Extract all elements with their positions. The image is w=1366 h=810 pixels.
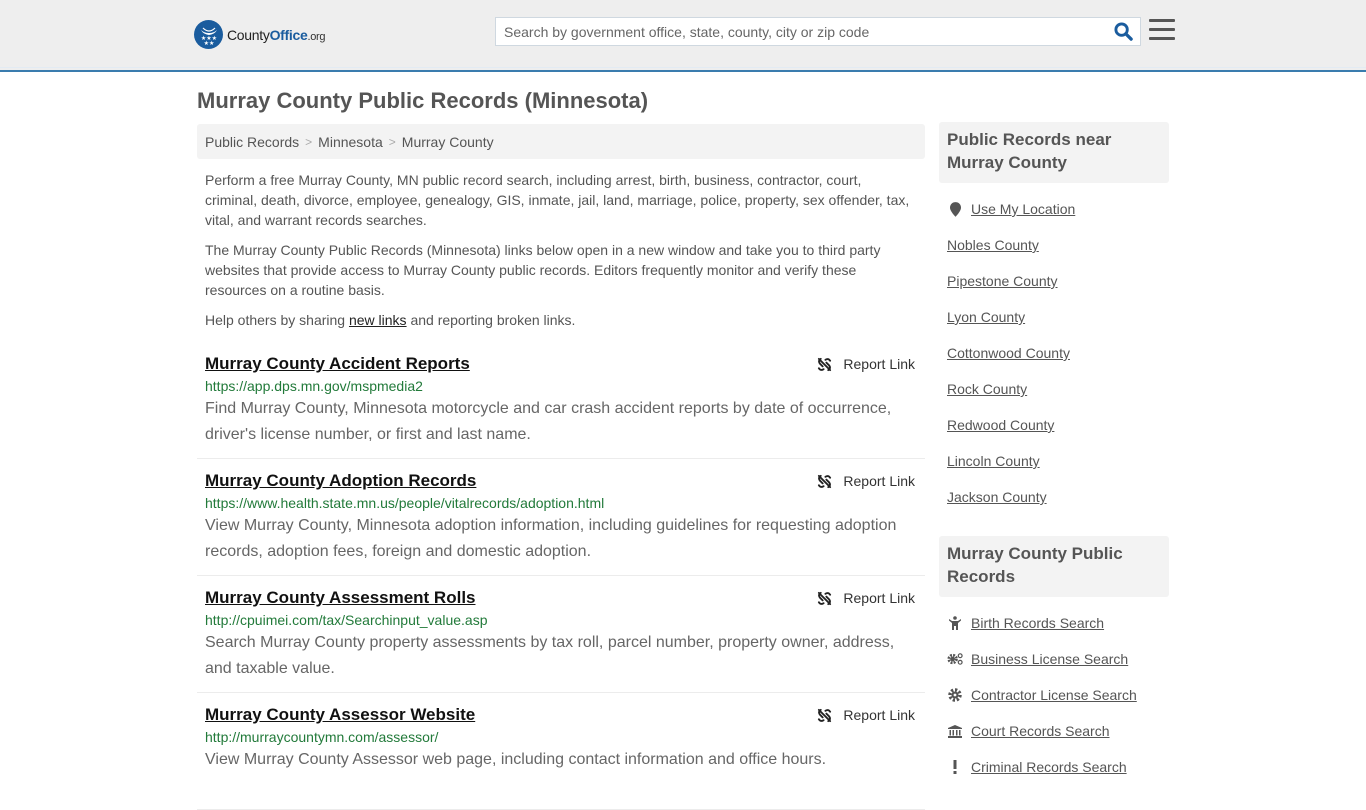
logo-text-suffix: .org: [307, 30, 326, 43]
record-url: http://cpuimei.com/tax/Searchinput_value…: [205, 612, 488, 628]
nearby-county-item: Jackson County: [947, 479, 1161, 515]
broken-link-icon: [818, 357, 832, 371]
logo-wordmark: CountyOffice.org: [227, 26, 326, 43]
intro-text: Perform a free Murray County, MN public …: [197, 170, 925, 330]
breadcrumb-murray-county[interactable]: Murray County: [402, 134, 494, 150]
county-record-item: Criminal Records Search: [947, 749, 1161, 785]
report-link-button[interactable]: Report Link: [817, 473, 915, 489]
nearby-county-link[interactable]: Jackson County: [947, 489, 1047, 505]
use-my-location-link[interactable]: Use My Location: [971, 201, 1075, 217]
county-record-link[interactable]: Criminal Records Search: [971, 759, 1127, 775]
record-item: Murray County Assessor Website Report Li…: [197, 693, 925, 810]
broken-link-icon: [818, 591, 832, 605]
intro-text-segment: and reporting broken links.: [406, 312, 576, 328]
use-my-location-item: Use My Location: [947, 191, 1161, 227]
child-icon: [947, 616, 963, 630]
record-item: Murray County Adoption Records Report Li…: [197, 459, 925, 576]
intro-paragraph-1: Perform a free Murray County, MN public …: [205, 172, 910, 228]
hamburger-menu-icon[interactable]: [1149, 19, 1175, 42]
breadcrumb-separator: >: [305, 134, 313, 149]
record-title-link[interactable]: Murray County Assessor Website: [205, 704, 475, 726]
nearby-county-link[interactable]: Lincoln County: [947, 453, 1040, 469]
nearby-county-link[interactable]: Cottonwood County: [947, 345, 1070, 361]
intro-text-segment: Help others by sharing: [205, 312, 349, 328]
svg-text:★★: ★★: [203, 40, 214, 46]
report-link-button[interactable]: Report Link: [817, 356, 915, 372]
site-header: ★★★ ★★ CountyOffice.org: [0, 0, 1366, 72]
record-description: View Murray County, Minnesota adoption i…: [205, 517, 897, 560]
county-record-item: Contractor License Search: [947, 677, 1161, 713]
nearby-county-link[interactable]: Rock County: [947, 381, 1027, 397]
search-button[interactable]: [1106, 18, 1140, 45]
records-list: Murray County Accident Reports Report Li…: [197, 342, 925, 810]
page-title: Murray County Public Records (Minnesota): [197, 88, 649, 113]
nearby-county-item: Cottonwood County: [947, 335, 1161, 371]
sidebar-county-records-heading: Murray County Public Records: [939, 536, 1169, 597]
new-links-link[interactable]: new links: [349, 312, 407, 328]
breadcrumb-public-records[interactable]: Public Records: [205, 134, 299, 150]
breadcrumb-separator: >: [388, 134, 396, 149]
breadcrumb: Public Records > Minnesota > Murray Coun…: [197, 124, 925, 159]
nearby-county-link[interactable]: Redwood County: [947, 417, 1054, 433]
sidebar-nearby-heading: Public Records near Murray County: [939, 122, 1169, 183]
logo-text-highlight: Office: [269, 26, 308, 43]
intro-paragraph-2: The Murray County Public Records (Minnes…: [205, 242, 881, 298]
county-record-link[interactable]: Business License Search: [971, 651, 1128, 667]
record-title-link[interactable]: Murray County Adoption Records: [205, 470, 476, 492]
sidebar-nearby: Public Records near Murray County Use My…: [939, 122, 1169, 515]
broken-link-icon: [818, 708, 832, 722]
record-description: Find Murray County, Minnesota motorcycle…: [205, 400, 892, 443]
record-description: Search Murray County property assessment…: [205, 634, 895, 677]
county-record-item: Birth Records Search: [947, 605, 1161, 641]
report-link-button[interactable]: Report Link: [817, 707, 915, 723]
record-description: View Murray County Assessor web page, in…: [205, 751, 827, 768]
nearby-county-item: Lincoln County: [947, 443, 1161, 479]
record-title-link[interactable]: Murray County Accident Reports: [205, 353, 470, 375]
gear-icon: [947, 688, 963, 702]
nearby-county-item: Rock County: [947, 371, 1161, 407]
record-url: https://app.dps.mn.gov/mspmedia2: [205, 378, 423, 394]
main-content: Public Records > Minnesota > Murray Coun…: [197, 124, 925, 810]
county-record-link[interactable]: Birth Records Search: [971, 615, 1104, 631]
report-link-button[interactable]: Report Link: [817, 590, 915, 606]
map-marker-icon: [947, 201, 963, 217]
report-link-label: Report Link: [843, 473, 915, 489]
nearby-county-item: Pipestone County: [947, 263, 1161, 299]
broken-link-icon: [818, 474, 832, 488]
county-records-list: Birth Records Search Business License Se…: [939, 605, 1169, 785]
sidebar-county-records: Murray County Public Records Birth Recor…: [939, 536, 1169, 785]
courthouse-icon: [947, 724, 963, 738]
search-icon: [1113, 22, 1133, 41]
record-item: Murray County Accident Reports Report Li…: [197, 342, 925, 459]
search-input[interactable]: [496, 18, 1106, 45]
record-url: https://www.health.state.mn.us/people/vi…: [205, 495, 605, 511]
record-item: Murray County Assessment Rolls Report Li…: [197, 576, 925, 693]
nearby-county-link[interactable]: Nobles County: [947, 237, 1039, 253]
breadcrumb-minnesota[interactable]: Minnesota: [318, 134, 383, 150]
county-record-item: Business License Search: [947, 641, 1161, 677]
nearby-county-item: Redwood County: [947, 407, 1161, 443]
nearby-county-link[interactable]: Pipestone County: [947, 273, 1058, 289]
nearby-county-item: Lyon County: [947, 299, 1161, 335]
site-logo[interactable]: ★★★ ★★ CountyOffice.org: [194, 20, 326, 49]
county-record-link[interactable]: Contractor License Search: [971, 687, 1137, 703]
record-title-link[interactable]: Murray County Assessment Rolls: [205, 587, 476, 609]
nearby-county-list: Use My Location Nobles County Pipestone …: [939, 191, 1169, 515]
exclamation-icon: [947, 760, 963, 774]
county-record-link[interactable]: Court Records Search: [971, 723, 1110, 739]
nearby-county-item: Nobles County: [947, 227, 1161, 263]
report-link-label: Report Link: [843, 590, 915, 606]
county-record-item: Court Records Search: [947, 713, 1161, 749]
record-url: http://murraycountymn.com/assessor/: [205, 729, 439, 745]
eagle-stars-logo-icon: ★★★ ★★: [194, 20, 223, 49]
report-link-label: Report Link: [843, 707, 915, 723]
intro-paragraph-3: Help others by sharing new links and rep…: [205, 310, 917, 330]
gears-icon: [947, 652, 963, 666]
logo-text-prefix: County: [227, 26, 270, 43]
search-bar: [495, 17, 1141, 46]
report-link-label: Report Link: [843, 356, 915, 372]
nearby-county-link[interactable]: Lyon County: [947, 309, 1025, 325]
